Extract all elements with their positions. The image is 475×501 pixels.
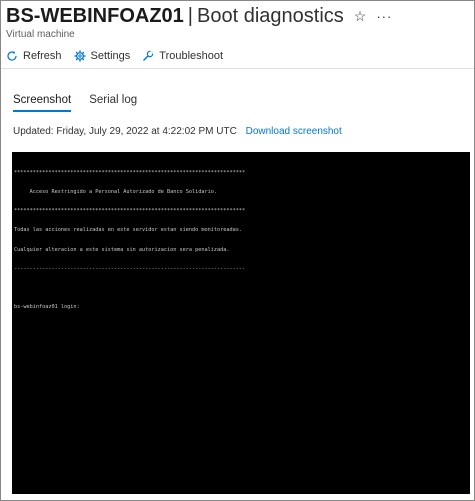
page-title: Boot diagnostics bbox=[197, 4, 344, 27]
console-line: ****************************************… bbox=[14, 169, 246, 176]
updated-timestamp: Updated: Friday, July 29, 2022 at 4:22:0… bbox=[13, 126, 237, 137]
resource-name: BS-WEBINFOAZ01 bbox=[6, 4, 184, 27]
tab-bar: Screenshot Serial log bbox=[13, 94, 155, 112]
console-line: Acceso Restringido a Personal Autorizado… bbox=[14, 189, 218, 196]
refresh-label: Refresh bbox=[23, 50, 62, 62]
toolbar-divider bbox=[1, 68, 474, 69]
window-frame: BS-WEBINFOAZ01 | Boot diagnostics ☆ ··· … bbox=[0, 0, 475, 501]
title-separator: | bbox=[187, 4, 193, 27]
download-screenshot-link[interactable]: Download screenshot bbox=[246, 126, 342, 137]
console-line: Cualquier alteracion a este sistema sin … bbox=[14, 246, 230, 253]
toolbar: Refresh Settings Troubleshoot bbox=[6, 47, 235, 65]
refresh-icon bbox=[7, 51, 17, 61]
console-line: ****************************************… bbox=[14, 208, 246, 215]
refresh-button[interactable]: Refresh bbox=[6, 47, 62, 65]
console-text: ****************************************… bbox=[14, 157, 245, 324]
troubleshoot-button[interactable]: Troubleshoot bbox=[142, 47, 223, 65]
gear-icon bbox=[74, 50, 86, 62]
more-icon[interactable]: ··· bbox=[376, 9, 392, 24]
page-header: BS-WEBINFOAZ01 | Boot diagnostics ☆ ··· … bbox=[6, 4, 469, 41]
tab-serial-log[interactable]: Serial log bbox=[89, 94, 137, 112]
wrench-icon bbox=[143, 50, 154, 61]
console-line: ----------------------------------------… bbox=[14, 265, 246, 272]
console-login-prompt: bs-webinfoaz01 login: bbox=[14, 304, 80, 311]
settings-button[interactable]: Settings bbox=[74, 47, 131, 65]
updated-status: Updated: Friday, July 29, 2022 at 4:22:0… bbox=[13, 126, 342, 137]
console-line: Todas las acciones realizadas en este se… bbox=[14, 227, 242, 234]
resource-type: Virtual machine bbox=[6, 29, 75, 40]
tab-screenshot[interactable]: Screenshot bbox=[13, 94, 72, 112]
title-row: BS-WEBINFOAZ01 | Boot diagnostics ☆ ··· bbox=[6, 4, 469, 28]
star-icon[interactable]: ☆ bbox=[354, 8, 367, 25]
troubleshoot-label: Troubleshoot bbox=[159, 50, 224, 62]
boot-screenshot: ****************************************… bbox=[12, 152, 470, 494]
settings-label: Settings bbox=[90, 50, 131, 62]
